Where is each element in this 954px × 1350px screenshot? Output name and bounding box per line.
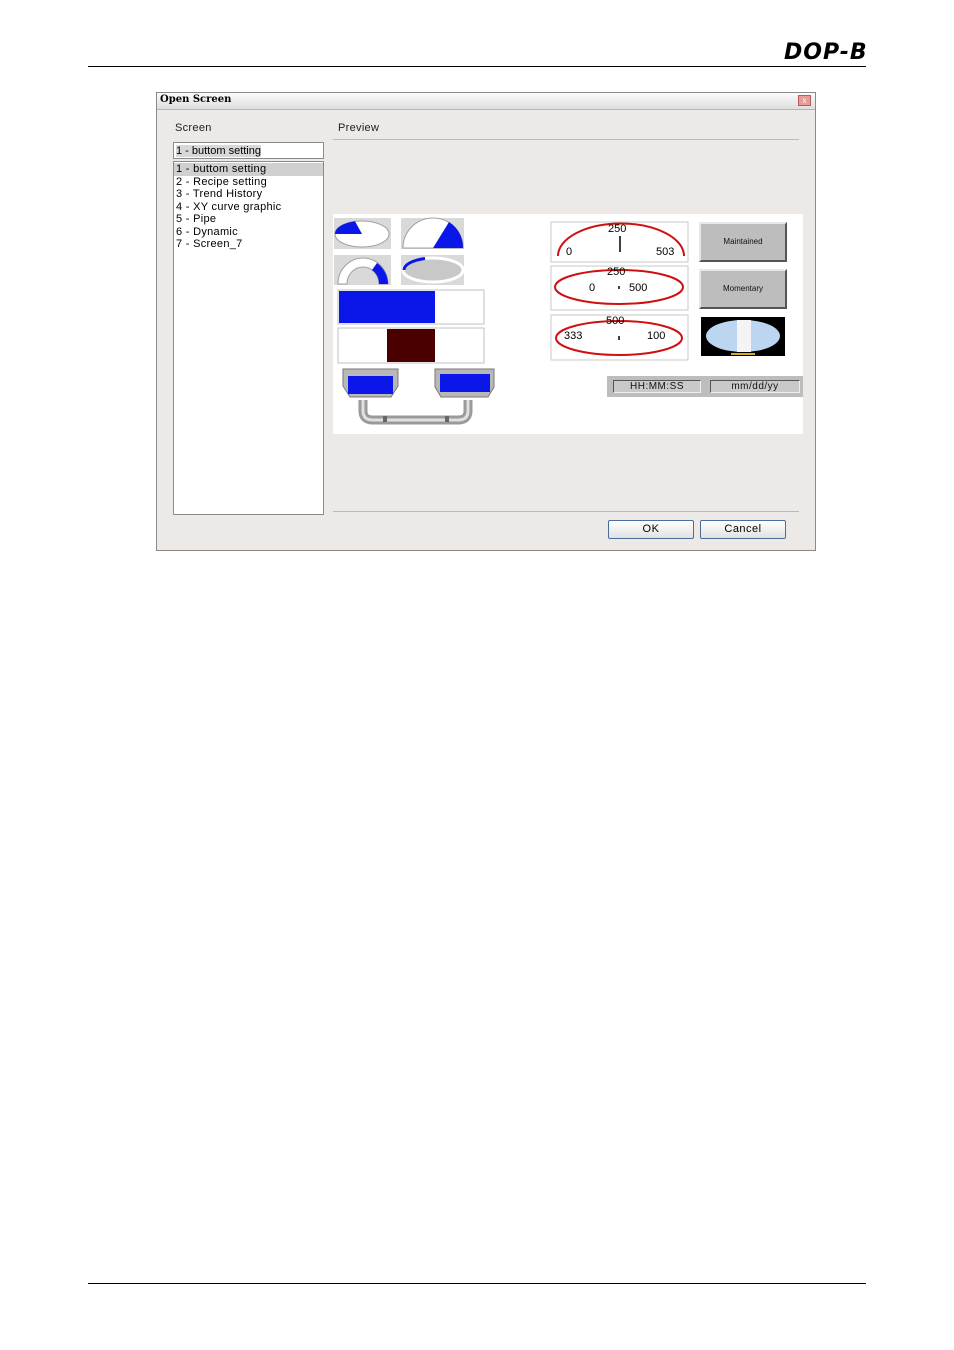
momentary-button: Momentary (699, 269, 787, 309)
pie-gauge-widget (334, 218, 391, 249)
preview-bottom-divider (333, 511, 799, 512)
list-item[interactable]: 7 - Screen_7 (174, 238, 323, 251)
meter-3-top: 500 (606, 315, 625, 327)
ring-gauge-widget (401, 255, 465, 285)
meter-2-left: 0 (589, 282, 596, 294)
meter-3-right: 100 (647, 330, 666, 342)
meter-1-left: 0 (566, 246, 573, 258)
horizontal-bar-graph (337, 289, 485, 325)
meter-2-top: 250 (607, 266, 626, 278)
dop-b-logo: DOP-B (784, 40, 868, 65)
list-item[interactable]: 3 - Trend History (174, 188, 323, 201)
meter-1-right: 503 (656, 246, 675, 258)
preview-label: Preview (338, 122, 380, 134)
open-screen-dialog: Open Screen x Screen Preview 1 - buttom … (156, 92, 816, 551)
meter-1-top: 250 (608, 223, 627, 235)
screen-name-input[interactable]: 1 - buttom setting (173, 142, 324, 159)
indicator-lamp (701, 317, 785, 356)
dialog-title: Open Screen (160, 94, 232, 105)
time-display: HH:MM:SS (613, 380, 701, 393)
footer-rule (88, 1283, 866, 1284)
donut-gauge-widget (334, 255, 391, 285)
sector-gauge-widget (401, 217, 464, 249)
vertical-bar-graph (337, 327, 485, 364)
list-item[interactable]: 5 - Pipe (174, 213, 323, 226)
list-item[interactable]: 1 - buttom setting (174, 163, 323, 176)
screen-name-value: 1 - buttom setting (176, 145, 261, 157)
tank-pipe-widget (342, 368, 495, 425)
date-display: mm/dd/yy (710, 380, 800, 393)
title-bar[interactable]: Open Screen x (157, 93, 815, 110)
meter-2-right: 500 (629, 282, 648, 294)
list-item[interactable]: 4 - XY curve graphic (174, 201, 323, 214)
preview-top-divider (333, 139, 799, 140)
screen-label: Screen (175, 122, 212, 134)
meter-3-left: 333 (564, 330, 583, 342)
screen-list[interactable]: 1 - buttom setting 2 - Recipe setting 3 … (173, 161, 324, 515)
cancel-button[interactable]: Cancel (700, 520, 786, 539)
screen-preview: 250 0 503 250 0 500 500 333 100 Maintain… (333, 214, 803, 434)
maintained-button: Maintained (699, 222, 787, 262)
ok-button[interactable]: OK (608, 520, 694, 539)
list-item[interactable]: 6 - Dynamic (174, 226, 323, 239)
header-rule (88, 66, 866, 67)
list-item[interactable]: 2 - Recipe setting (174, 176, 323, 189)
close-button[interactable]: x (798, 95, 811, 106)
